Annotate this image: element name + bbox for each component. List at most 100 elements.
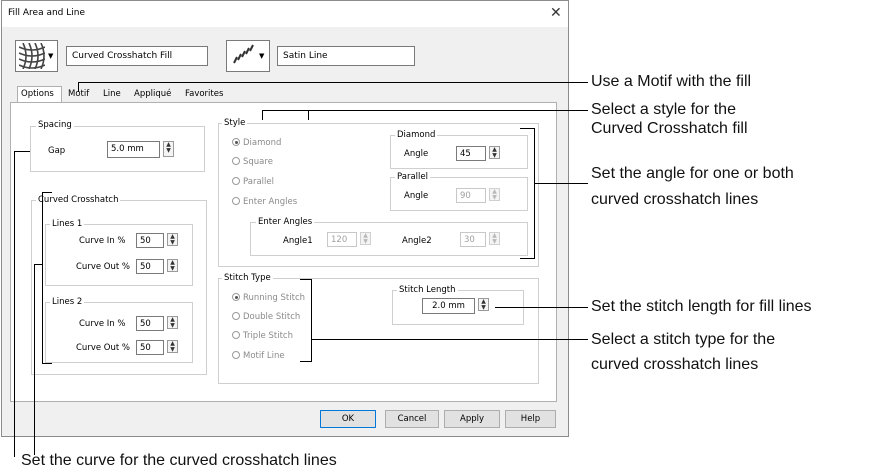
angle2-input[interactable]: 30	[460, 232, 486, 247]
callout-curve-drop	[34, 264, 35, 455]
close-icon[interactable]: ✕	[550, 5, 562, 21]
style-square-label: Square	[243, 157, 273, 167]
callout-style-line	[262, 110, 588, 111]
callout-gap-connector	[14, 151, 30, 152]
stitch-radio-double[interactable]: Double Stitch	[232, 312, 300, 322]
enter-angles-title: Enter Angles	[256, 217, 315, 227]
annotation-style-line1: Select a style for the	[591, 101, 736, 118]
callout-gap-drop	[14, 151, 15, 457]
style-enter-angles-label: Enter Angles	[243, 197, 298, 207]
angle1-spinner[interactable]: ▲ ▼	[360, 232, 371, 245]
callout-curve-bracket-vertical	[42, 192, 43, 364]
tab-options[interactable]: Options	[17, 86, 62, 103]
stitch-length-spinner[interactable]: ▲ ▼	[478, 298, 489, 311]
stitch-radio-running[interactable]: Running Stitch	[232, 293, 305, 303]
style-diamond-label: Diamond	[243, 138, 282, 148]
lines2-curve-in-spinner[interactable]: ▲ ▼	[167, 316, 178, 329]
fill-type-dropdown-button[interactable]: ▼	[15, 40, 58, 72]
gap-input[interactable]: 5.0 mm	[107, 141, 160, 158]
annotation-motif: Use a Motif with the fill	[591, 73, 752, 90]
diamond-angle-spinner[interactable]: ▲ ▼	[489, 146, 500, 159]
chevron-down-icon: ▼	[259, 52, 265, 60]
tab-favorites[interactable]: Favorites	[182, 87, 230, 102]
help-button[interactable]: Help	[505, 410, 556, 428]
diamond-angle-label: Angle	[404, 149, 429, 159]
callout-angle-bracket-vertical	[534, 128, 535, 259]
callout-angle-bracket-bottom	[520, 258, 534, 259]
lines2-group	[45, 302, 193, 363]
stitch-type-title: Stitch Type	[222, 273, 273, 283]
callout-curve-connector	[34, 264, 42, 265]
lines2-curve-in-label: Curve In %	[79, 319, 126, 329]
annotation-stitch-length: Set the stitch length for fill lines	[591, 298, 812, 315]
dialog-titlebar	[2, 1, 568, 27]
parallel-angle-spinner[interactable]: ▲ ▼	[489, 188, 500, 201]
callout-style-left-tick	[262, 110, 263, 120]
lines1-curve-out-input[interactable]: 50	[136, 259, 164, 274]
style-group-title: Style	[222, 118, 248, 128]
callout-angle-line	[534, 183, 588, 184]
stitch-radio-triple[interactable]: Triple Stitch	[232, 331, 293, 341]
angle1-label: Angle1	[283, 236, 313, 246]
tab-motif[interactable]: Motif	[65, 87, 97, 102]
lines2-curve-out-label: Curve Out %	[76, 343, 130, 353]
stitch-radio-motif-line[interactable]: Motif Line	[232, 351, 285, 361]
triple-stitch-label: Triple Stitch	[243, 331, 293, 341]
annotation-stitch-type-line2: curved crosshatch lines	[591, 356, 759, 373]
style-radio-parallel[interactable]: Parallel	[232, 177, 274, 187]
cancel-button[interactable]: Cancel	[385, 410, 439, 428]
gap-spinner[interactable]: ▲ ▼	[163, 141, 174, 157]
callout-stitch-type-line	[311, 339, 588, 340]
angle2-label: Angle2	[402, 236, 432, 246]
diamond-group-title: Diamond	[395, 130, 438, 140]
callout-stitch-type-bracket-bottom	[300, 361, 312, 362]
lines2-curve-in-input[interactable]: 50	[136, 316, 164, 331]
annotation-style-line2: Curved Crosshatch fill	[591, 120, 748, 137]
lines2-curve-out-spinner[interactable]: ▲ ▼	[167, 340, 178, 353]
apply-button[interactable]: Apply	[444, 410, 500, 428]
curved-crosshatch-title: Curved Crosshatch	[36, 195, 121, 205]
tab-applique[interactable]: Appliqué	[131, 87, 181, 102]
dialog-title: Fill Area and Line	[8, 8, 86, 18]
style-radio-diamond[interactable]: Diamond	[232, 138, 281, 148]
line-type-dropdown-button[interactable]: ▼	[226, 40, 270, 72]
lines1-curve-in-label: Curve In %	[79, 236, 126, 246]
fill-type-name-field[interactable]: Curved Crosshatch Fill	[66, 46, 208, 66]
style-radio-square[interactable]: Square	[232, 157, 273, 167]
parallel-group-title: Parallel	[395, 172, 430, 182]
annotation-curve: Set the curve for the curved crosshatch …	[21, 452, 337, 469]
angle1-input[interactable]: 120	[327, 232, 357, 247]
annotation-stitch-type-line1: Select a stitch type for the	[591, 331, 776, 348]
line-type-name-field[interactable]: Satin Line	[277, 46, 415, 66]
lines1-curve-in-spinner[interactable]: ▲ ▼	[167, 233, 178, 246]
parallel-angle-input[interactable]: 90	[456, 188, 486, 203]
parallel-angle-label: Angle	[404, 191, 429, 201]
lines1-title: Lines 1	[50, 219, 85, 229]
callout-curve-bracket-bottom	[42, 363, 52, 364]
spacing-group-title: Spacing	[36, 120, 74, 130]
running-stitch-label: Running Stitch	[243, 293, 306, 303]
satin-line-icon	[233, 44, 254, 64]
lines1-curve-in-input[interactable]: 50	[136, 233, 164, 248]
callout-motif-drop	[78, 82, 79, 92]
callout-motif-line	[78, 82, 588, 83]
double-stitch-label: Double Stitch	[243, 312, 301, 322]
annotation-angle-line1: Set the angle for one or both	[591, 165, 794, 182]
tab-line[interactable]: Line	[100, 87, 128, 102]
crosshatch-pattern-icon	[19, 43, 45, 69]
angle2-spinner[interactable]: ▲ ▼	[489, 232, 500, 245]
motif-line-label: Motif Line	[243, 351, 285, 361]
chevron-down-icon: ▼	[48, 52, 54, 60]
style-radio-enter-angles[interactable]: Enter Angles	[232, 197, 297, 207]
lines1-curve-out-label: Curve Out %	[76, 262, 130, 272]
callout-stitch-length-line	[495, 307, 588, 308]
diamond-angle-input[interactable]: 45	[456, 146, 486, 161]
stitch-length-title: Stitch Length	[397, 285, 458, 295]
lines1-curve-out-spinner[interactable]: ▲ ▼	[167, 259, 178, 272]
lines2-curve-out-input[interactable]: 50	[136, 340, 164, 355]
callout-stitch-type-bracket-vertical	[311, 279, 312, 362]
ok-button[interactable]: OK	[320, 410, 376, 428]
stitch-length-input[interactable]: 2.0 mm	[422, 298, 475, 314]
lines2-title: Lines 2	[50, 297, 85, 307]
callout-style-right-tick	[308, 110, 309, 120]
